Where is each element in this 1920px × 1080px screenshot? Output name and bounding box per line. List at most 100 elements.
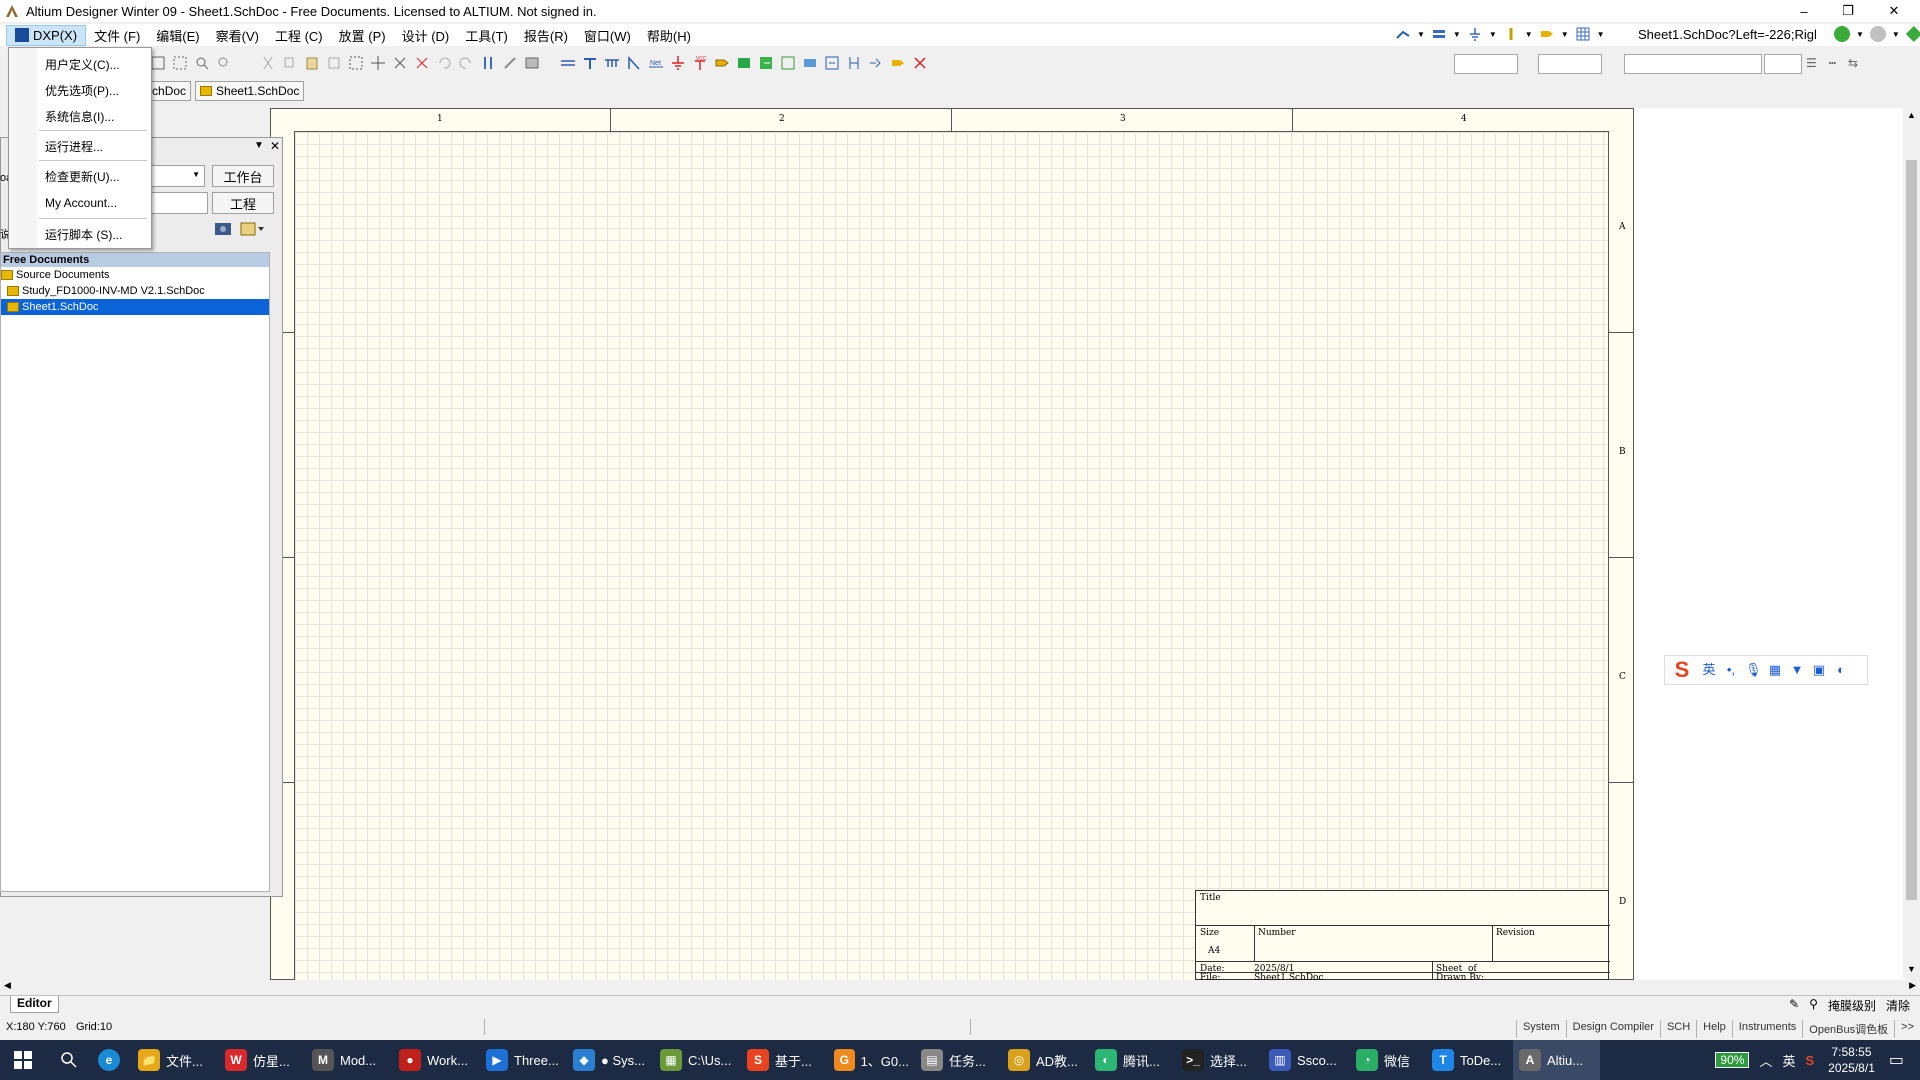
- forward-icon[interactable]: [1869, 26, 1886, 42]
- deselect-icon[interactable]: [392, 55, 408, 71]
- taskbar-app[interactable]: M Mod...: [306, 1040, 393, 1080]
- microphone-icon[interactable]: 🎙: [1745, 662, 1762, 678]
- address-bar[interactable]: Sheet1.SchDoc?Left=-226;Right: [1638, 27, 1816, 42]
- line-width-icon[interactable]: ☰: [1806, 56, 1817, 70]
- tray-ime-indicator[interactable]: 英: [1782, 1051, 1795, 1070]
- toolbox-icon[interactable]: ▣: [1811, 662, 1827, 678]
- clear-button[interactable]: 清除: [1886, 997, 1910, 1014]
- signal-harness-icon[interactable]: [604, 55, 620, 71]
- menu-view[interactable]: 察看(V): [208, 24, 267, 47]
- port-icon[interactable]: [1539, 26, 1555, 42]
- ime-punctuation-toggle[interactable]: •,: [1723, 662, 1739, 678]
- ime-language-toggle[interactable]: 英: [1701, 662, 1717, 678]
- chevron-down-icon[interactable]: ▼: [1856, 30, 1864, 39]
- menu-place[interactable]: 放置 (P): [331, 24, 394, 47]
- sch-button[interactable]: SCH: [1659, 1020, 1696, 1038]
- menu-tools[interactable]: 工具(T): [457, 24, 516, 47]
- workspace-button[interactable]: 工作台: [212, 165, 274, 187]
- taskbar-app[interactable]: T ToDe...: [1426, 1040, 1513, 1080]
- harness-entry-icon[interactable]: [824, 55, 840, 71]
- cross-probe-icon[interactable]: [502, 55, 518, 71]
- panel-menu-icon[interactable]: ▼: [254, 140, 264, 151]
- menu-file[interactable]: 文件 (F): [86, 24, 148, 47]
- bus-tool-icon[interactable]: [1431, 26, 1447, 42]
- scrollbar-thumb[interactable]: [1906, 160, 1917, 900]
- taskbar-app[interactable]: S 基于...: [741, 1040, 828, 1080]
- home-icon[interactable]: [1905, 26, 1920, 42]
- minimize-button[interactable]: –: [1784, 0, 1824, 22]
- paste-icon[interactable]: [304, 55, 320, 71]
- more-panels-button[interactable]: >>: [1894, 1020, 1920, 1038]
- zoom-selected-icon[interactable]: [194, 55, 210, 71]
- sogou-logo-icon[interactable]: S: [1669, 657, 1695, 683]
- back-icon[interactable]: [1834, 26, 1850, 42]
- clock[interactable]: 7:58:55 2025/8/1: [1828, 1044, 1875, 1076]
- combo-2[interactable]: [1538, 54, 1602, 74]
- chevron-down-icon[interactable]: ▼: [1597, 30, 1605, 39]
- menu-item-system-info[interactable]: 系统信息(I)...: [45, 108, 114, 125]
- restore-button[interactable]: ❐: [1828, 0, 1868, 22]
- tray-expand-icon[interactable]: ︿: [1759, 1051, 1772, 1070]
- grid-icon[interactable]: [1575, 26, 1591, 42]
- pencil-icon[interactable]: ✎: [1789, 997, 1799, 1014]
- zoom-area-icon[interactable]: [172, 55, 188, 71]
- battery-indicator[interactable]: 90%: [1715, 1052, 1750, 1068]
- arrow-style-icon[interactable]: ⇆: [1848, 56, 1858, 70]
- taskbar-app[interactable]: A Altiu...: [1513, 1040, 1600, 1080]
- line-style-icon[interactable]: ┅: [1829, 56, 1836, 70]
- project-options-icon[interactable]: [240, 221, 264, 237]
- directive-icon[interactable]: [890, 55, 906, 71]
- hierarchy-icon[interactable]: [480, 55, 496, 71]
- menu-reports[interactable]: 报告(R): [516, 24, 576, 47]
- tab-sheet1[interactable]: Sheet1.SchDoc: [195, 81, 305, 101]
- taskbar-edge[interactable]: e: [92, 1040, 132, 1080]
- skin-icon[interactable]: ▼: [1789, 662, 1805, 678]
- taskbar-app[interactable]: ▦ C:\Us...: [654, 1040, 741, 1080]
- sogou-tray-icon[interactable]: S: [1805, 1053, 1814, 1068]
- taskbar-app[interactable]: ◔ 微信: [1350, 1040, 1426, 1080]
- copy-icon[interactable]: [282, 55, 298, 71]
- no-erc-icon[interactable]: [912, 55, 928, 71]
- scroll-down-icon[interactable]: ▼: [1907, 964, 1916, 974]
- browse-library-icon[interactable]: [524, 55, 540, 71]
- help-button[interactable]: Help: [1696, 1020, 1732, 1038]
- combo-4[interactable]: [1764, 54, 1802, 74]
- close-button[interactable]: ✕: [1874, 0, 1914, 22]
- tree-file-sheet1[interactable]: Sheet1.SchDoc: [1, 299, 269, 315]
- menu-item-preferences[interactable]: 优先选项(P)...: [45, 82, 119, 99]
- bus-entry-icon[interactable]: [626, 55, 642, 71]
- move-icon[interactable]: [370, 55, 386, 71]
- taskbar-app[interactable]: W 仿星...: [219, 1040, 306, 1080]
- notification-icon[interactable]: ▭: [1889, 1050, 1904, 1070]
- taskbar-app[interactable]: 📁 文件...: [132, 1040, 219, 1080]
- sheet-symbol-icon[interactable]: [736, 55, 752, 71]
- menu-item-customize[interactable]: 用户定义(C)...: [45, 56, 120, 73]
- menu-dxp[interactable]: DXP(X): [6, 24, 87, 46]
- scroll-up-icon[interactable]: ▲: [1907, 110, 1916, 120]
- chevron-down-icon[interactable]: ▼: [1417, 30, 1425, 39]
- taskbar-app[interactable]: ● Work...: [393, 1040, 480, 1080]
- menu-window[interactable]: 窗口(W): [576, 24, 639, 47]
- menu-edit[interactable]: 编辑(E): [148, 24, 207, 47]
- chevron-down-icon[interactable]: ▼: [1892, 30, 1900, 39]
- vcc-port-icon[interactable]: VCC: [692, 55, 708, 71]
- menu-item-run-script[interactable]: 运行脚本 (S)...: [45, 226, 122, 243]
- workspace-select[interactable]: ▼: [148, 165, 205, 187]
- chevron-down-icon[interactable]: ▼: [1489, 30, 1497, 39]
- place-part-icon[interactable]: [714, 55, 730, 71]
- mask-level-button[interactable]: 掩膜级别: [1828, 997, 1876, 1014]
- power-port-icon[interactable]: [1503, 26, 1519, 42]
- more-icon[interactable]: ◐: [1833, 662, 1849, 678]
- menu-item-run-process[interactable]: 运行进程...: [45, 138, 103, 155]
- menu-item-check-updates[interactable]: 检查更新(U)...: [45, 168, 120, 185]
- menu-project[interactable]: 工程 (C): [267, 24, 331, 47]
- search-button[interactable]: [46, 1040, 92, 1080]
- combo-3[interactable]: [1624, 54, 1762, 74]
- scroll-left-icon[interactable]: ◀: [4, 980, 11, 991]
- chevron-down-icon[interactable]: ▼: [1453, 30, 1461, 39]
- taskbar-app[interactable]: >_ 选择...: [1176, 1040, 1263, 1080]
- system-button[interactable]: System: [1515, 1020, 1566, 1038]
- taskbar-app[interactable]: ▶ Three...: [480, 1040, 567, 1080]
- taskbar-app[interactable]: ▥ Ssco...: [1263, 1040, 1350, 1080]
- undo-icon[interactable]: [436, 55, 452, 71]
